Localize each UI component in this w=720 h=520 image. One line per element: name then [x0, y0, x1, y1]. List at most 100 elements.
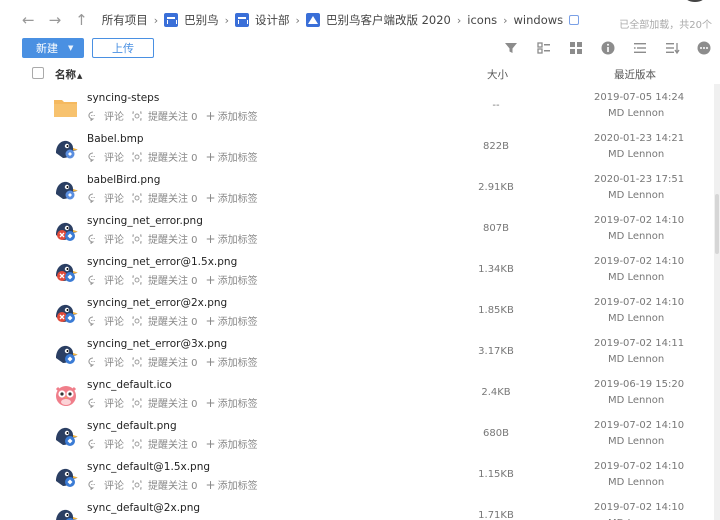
comment-action[interactable]: 评论 [88, 149, 124, 164]
info-icon[interactable] [600, 40, 616, 56]
plus-icon: + [205, 395, 216, 410]
comment-action[interactable]: 评论 [88, 231, 124, 246]
file-name[interactable]: sync_default.ico [87, 379, 172, 391]
add-tag-action[interactable]: + 添加标签 [205, 395, 258, 411]
file-name[interactable]: sync_default.png [87, 420, 177, 432]
comment-action[interactable]: 评论 [88, 108, 124, 123]
file-row[interactable]: syncing_net_error@2x.png 评论 提醒关注 0 + 添加标… [0, 293, 720, 334]
remind-action[interactable]: 提醒关注 0 [132, 108, 198, 123]
upload-button[interactable]: 上传 [92, 38, 154, 58]
column-header-size[interactable]: 大小 [487, 67, 508, 82]
plus-icon: + [205, 313, 216, 328]
file-name[interactable]: syncing_net_error@2x.png [87, 297, 227, 309]
add-tag-action[interactable]: + 添加标签 [206, 190, 258, 206]
file-name[interactable]: syncing-steps [87, 92, 159, 104]
list-view-icon[interactable] [536, 40, 552, 56]
file-row[interactable]: Babel.bmp 评论 提醒关注 0 + 添加标签 822B 2020-01-… [0, 129, 720, 170]
file-size: 2.91KB [478, 182, 514, 193]
comment-label: 评论 [104, 399, 124, 410]
comment-action[interactable]: 评论 [88, 395, 124, 410]
column-header-name[interactable]: 名称▲ [55, 67, 82, 82]
file-size: -- [492, 100, 500, 111]
comment-action[interactable]: 评论 [88, 190, 124, 205]
file-row[interactable]: babelBird.png 评论 提醒关注 0 + 添加标签 2.91KB 20… [0, 170, 720, 211]
breadcrumb-project[interactable]: 巴别鸟客户端改版 2020 [326, 12, 451, 28]
file-modified-user: MD Lennon [608, 395, 665, 406]
file-row[interactable]: syncing_net_error@1.5x.png 评论 提醒关注 0 + 添… [0, 252, 720, 293]
remind-action[interactable]: 提醒关注 0 [132, 436, 198, 451]
breadcrumb-babel[interactable]: 巴别鸟 [184, 12, 219, 28]
file-row[interactable]: sync_default@2x.png 评论 提醒关注 0 + 添加标签 1.7… [0, 498, 720, 520]
add-tag-action[interactable]: + 添加标签 [206, 272, 258, 288]
row-actions: 评论 提醒关注 0 + 添加标签 [88, 272, 266, 287]
activity-list-icon[interactable] [632, 40, 648, 56]
remind-action[interactable]: 提醒关注 0 [132, 272, 198, 287]
up-arrow-icon[interactable]: ↑ [75, 12, 88, 28]
file-size: 1.85KB [478, 305, 514, 316]
file-name[interactable]: Babel.bmp [87, 133, 144, 145]
scrollbar[interactable] [714, 84, 720, 520]
remind-icon [132, 439, 142, 449]
forward-arrow-icon[interactable]: → [49, 12, 62, 28]
comment-action[interactable]: 评论 [88, 313, 124, 328]
remind-label: 提醒关注 0 [148, 358, 198, 369]
filter-icon[interactable] [503, 40, 519, 56]
comment-label: 评论 [104, 481, 124, 492]
file-name[interactable]: syncing_net_error@3x.png [87, 338, 227, 350]
add-tag-action[interactable]: + 添加标签 [205, 436, 258, 452]
remind-action[interactable]: 提醒关注 0 [132, 354, 198, 369]
add-tag-action[interactable]: + 添加标签 [206, 149, 258, 165]
file-row[interactable]: sync_default@1.5x.png 评论 提醒关注 0 + 添加标签 1… [0, 457, 720, 498]
file-name[interactable]: syncing_net_error@1.5x.png [87, 256, 237, 268]
remind-label: 提醒关注 0 [148, 153, 198, 164]
caret-down-icon: ▼ [68, 44, 74, 52]
remind-label: 提醒关注 0 [148, 481, 198, 492]
remind-icon [132, 111, 142, 121]
comment-action[interactable]: 评论 [88, 436, 124, 451]
comment-action[interactable]: 评论 [88, 272, 124, 287]
file-row[interactable]: syncing-steps 评论 提醒关注 0 + 添加标签 -- 2019-0… [0, 88, 720, 129]
add-tag-action[interactable]: + 添加标签 [206, 477, 258, 493]
file-name[interactable]: sync_default@2x.png [87, 502, 200, 514]
file-modified-user: MD Lennon [608, 149, 665, 160]
add-tag-action[interactable]: + 添加标签 [205, 313, 258, 329]
add-tag-action[interactable]: + 添加标签 [206, 354, 258, 370]
comment-action[interactable]: 评论 [88, 477, 124, 492]
remind-action[interactable]: 提醒关注 0 [132, 477, 198, 492]
copy-path-icon[interactable] [569, 15, 580, 25]
file-modified-user: MD Lennon [608, 313, 665, 324]
file-name[interactable]: sync_default@1.5x.png [87, 461, 210, 473]
sort-ascending-icon: ▲ [77, 72, 83, 80]
file-row[interactable]: syncing_net_error@3x.png 评论 提醒关注 0 + 添加标… [0, 334, 720, 375]
space-icon [164, 13, 179, 27]
scrollbar-thumb[interactable] [715, 194, 719, 254]
file-name[interactable]: syncing_net_error.png [87, 215, 203, 227]
breadcrumb-icons[interactable]: icons [467, 13, 497, 27]
remind-action[interactable]: 提醒关注 0 [132, 313, 198, 328]
comment-action[interactable]: 评论 [88, 354, 124, 369]
row-actions: 评论 提醒关注 0 + 添加标签 [88, 190, 266, 205]
comment-label: 评论 [104, 112, 124, 123]
back-arrow-icon[interactable]: ← [22, 12, 35, 28]
grid-view-icon[interactable] [568, 40, 584, 56]
new-button[interactable]: 新建 ▼ [22, 38, 84, 58]
more-icon[interactable] [696, 40, 712, 56]
file-row[interactable]: syncing_net_error.png 评论 提醒关注 0 + 添加标签 8… [0, 211, 720, 252]
remind-action[interactable]: 提醒关注 0 [132, 231, 198, 246]
breadcrumb-all-projects[interactable]: 所有项目 [102, 12, 148, 28]
select-all-checkbox[interactable] [32, 67, 44, 79]
add-tag-action[interactable]: + 添加标签 [206, 108, 258, 124]
file-row[interactable]: sync_default.ico 评论 提醒关注 0 + 添加标签 2.4KB … [0, 375, 720, 416]
comment-icon [88, 357, 98, 367]
file-name[interactable]: babelBird.png [87, 174, 160, 186]
remind-action[interactable]: 提醒关注 0 [132, 395, 198, 410]
file-row[interactable]: sync_default.png 评论 提醒关注 0 + 添加标签 680B 2… [0, 416, 720, 457]
remind-action[interactable]: 提醒关注 0 [132, 190, 198, 205]
remind-action[interactable]: 提醒关注 0 [132, 149, 198, 164]
column-header-version[interactable]: 最近版本 [614, 67, 656, 82]
file-modified-user: MD Lennon [608, 231, 665, 242]
add-tag-action[interactable]: + 添加标签 [206, 231, 258, 247]
sort-icon[interactable] [664, 40, 680, 56]
breadcrumb-design-dept[interactable]: 设计部 [255, 12, 290, 28]
plus-icon: + [205, 436, 216, 451]
